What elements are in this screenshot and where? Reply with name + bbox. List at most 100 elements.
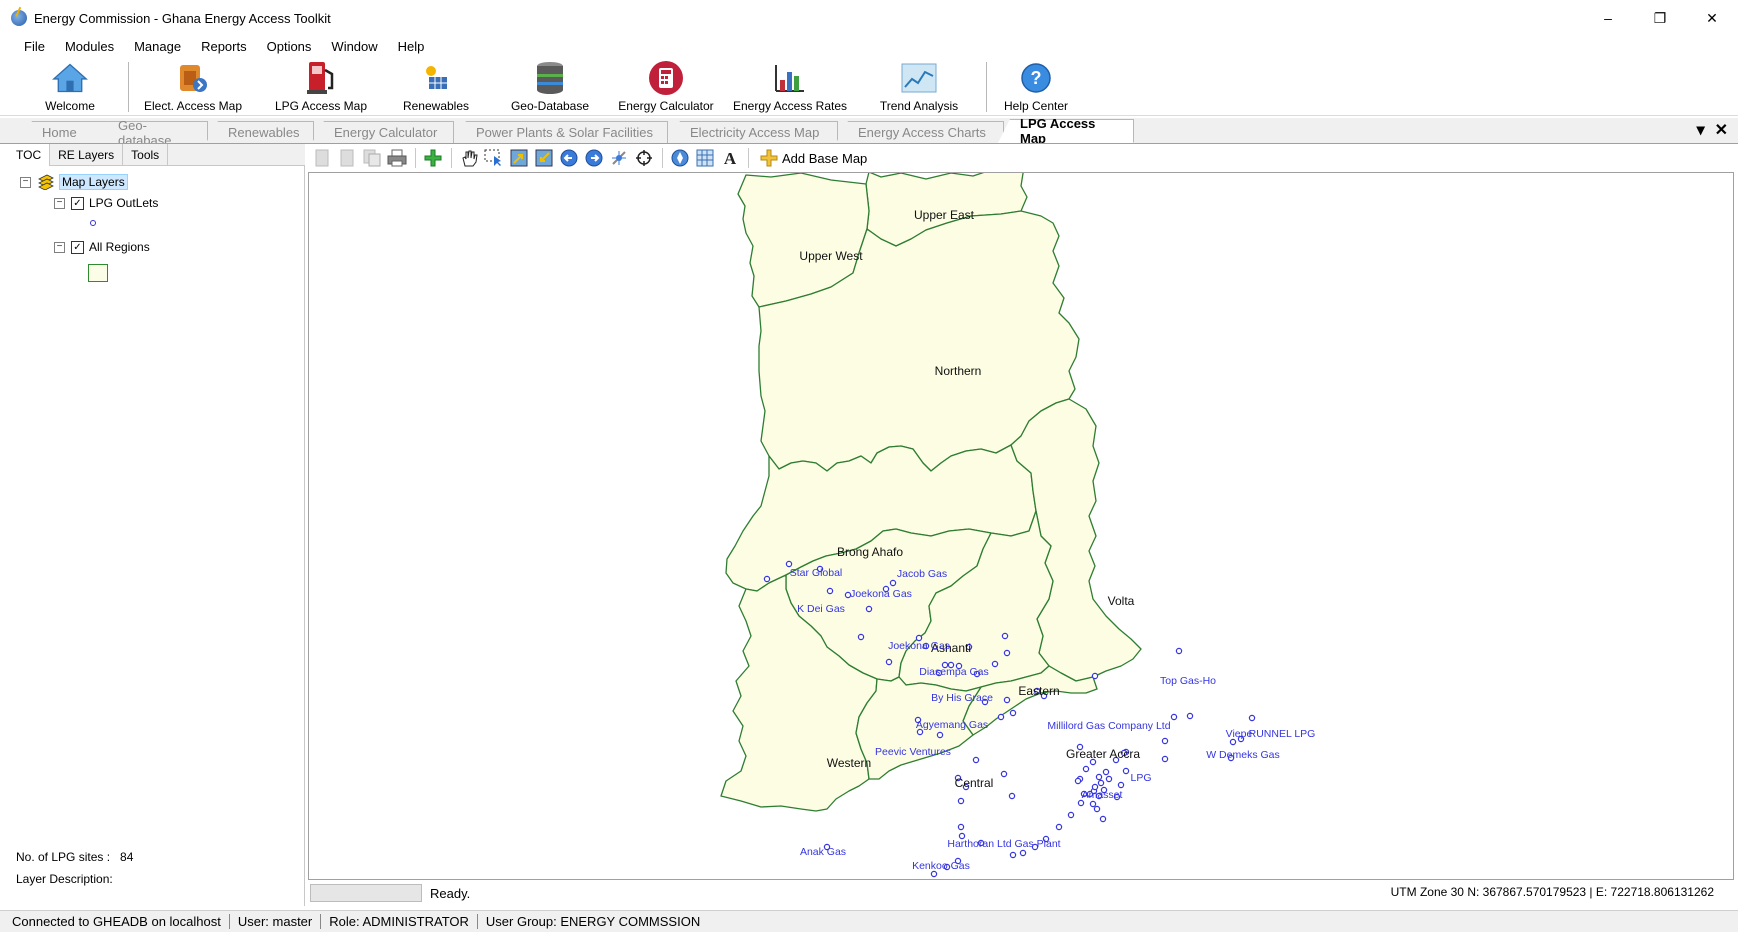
tab-power-plants[interactable]: Power Plants & Solar Facilities (454, 121, 668, 143)
lpg-outlet-marker[interactable] (1161, 737, 1169, 745)
collapse-icon[interactable]: − (54, 197, 65, 209)
ghana-region-map[interactable]: Upper East Upper West Northern Brong Ahafo V… (309, 173, 1733, 879)
lpg-outlet-marker[interactable] (972, 756, 980, 764)
pan-icon[interactable] (457, 147, 480, 169)
energy-access-rates-button[interactable]: Energy Access Rates (730, 58, 850, 116)
new-icon[interactable] (310, 147, 333, 169)
menu-help[interactable]: Help (388, 36, 435, 58)
lpg-outlet-marker[interactable] (957, 823, 965, 831)
copy-icon[interactable] (360, 147, 383, 169)
lpg-outlet-marker[interactable] (1082, 765, 1090, 773)
lpg-outlet-marker[interactable] (991, 660, 999, 668)
lpg-outlet-marker[interactable] (857, 633, 865, 641)
menu-manage[interactable]: Manage (124, 36, 191, 58)
lpg-outlet-marker[interactable] (936, 731, 944, 739)
tab-energy-access-charts[interactable]: Energy Access Charts (836, 121, 1004, 143)
lpg-outlet-marker[interactable] (1248, 714, 1256, 722)
navigate-icon[interactable] (668, 147, 691, 169)
lpg-outlet-marker[interactable] (930, 870, 938, 878)
lpg-outlet-marker[interactable] (1019, 849, 1027, 857)
welcome-button[interactable]: Welcome (38, 58, 102, 116)
lpg-outlet-marker[interactable] (1000, 770, 1008, 778)
lpg-outlet-marker[interactable] (1161, 755, 1169, 763)
add-base-map-button[interactable]: Add Base Map (760, 149, 867, 167)
lpg-outlet-marker[interactable] (1009, 851, 1017, 859)
lpg-outlet-marker[interactable] (1067, 811, 1075, 819)
select-icon[interactable] (482, 147, 505, 169)
lpg-outlet-marker[interactable] (1003, 696, 1011, 704)
geo-database-button[interactable]: Geo-Database (500, 58, 600, 116)
print-icon[interactable] (385, 147, 408, 169)
zoom-out-icon[interactable] (532, 147, 555, 169)
lpg-outlet-marker[interactable] (889, 579, 897, 587)
tab-lpg-access-map[interactable]: LPG Access Map (998, 119, 1134, 143)
energy-calculator-button[interactable]: Energy Calculator (614, 58, 718, 116)
layer-checkbox[interactable]: ✓ (71, 240, 84, 254)
lpg-outlet-marker[interactable] (1095, 773, 1103, 781)
menu-options[interactable]: Options (257, 36, 322, 58)
restore-button[interactable]: ❐ (1634, 0, 1686, 36)
lpg-outlet-marker[interactable] (1091, 672, 1099, 680)
tab-energy-calculator[interactable]: Energy Calculator (312, 121, 454, 143)
menu-modules[interactable]: Modules (55, 36, 124, 58)
lpg-outlet-marker[interactable] (1009, 709, 1017, 717)
layer-lpg-outlets[interactable]: − ✓ LPG OutLets (54, 196, 158, 210)
lpg-outlet-marker[interactable] (826, 587, 834, 595)
renewables-button[interactable]: Renewables (398, 58, 474, 116)
lpg-outlet-marker[interactable] (1122, 767, 1130, 775)
add-layer-icon[interactable] (421, 147, 444, 169)
lpg-outlet-marker[interactable] (1074, 777, 1082, 785)
close-button[interactable]: ✕ (1686, 0, 1738, 36)
lpg-outlet-marker[interactable] (1105, 775, 1113, 783)
lpg-outlet-marker[interactable] (1077, 799, 1085, 807)
lpg-outlet-marker[interactable] (997, 713, 1005, 721)
lpg-outlet-marker[interactable] (957, 797, 965, 805)
lpg-outlet-marker[interactable] (1175, 647, 1183, 655)
table-icon[interactable] (693, 147, 716, 169)
tab-electricity-access-map[interactable]: Electricity Access Map (668, 121, 838, 143)
lpg-outlet-marker[interactable] (1003, 649, 1011, 657)
lpg-outlet-marker[interactable] (1102, 768, 1110, 776)
lpg-outlet-marker[interactable] (1008, 792, 1016, 800)
layer-checkbox[interactable]: ✓ (71, 196, 84, 210)
open-icon[interactable] (335, 147, 358, 169)
collapse-icon[interactable]: − (20, 176, 31, 188)
menu-window[interactable]: Window (321, 36, 387, 58)
lpg-outlet-marker[interactable] (1117, 781, 1125, 789)
lpg-outlet-marker[interactable] (1170, 713, 1178, 721)
lpg-outlet-marker[interactable] (1097, 779, 1105, 787)
lpg-outlet-marker[interactable] (885, 658, 893, 666)
lpg-outlet-marker[interactable] (1001, 632, 1009, 640)
collapse-icon[interactable]: − (54, 241, 65, 253)
lpg-outlet-marker[interactable] (1093, 805, 1101, 813)
trend-analysis-button[interactable]: Trend Analysis (872, 58, 966, 116)
help-center-button[interactable]: ? Help Center (998, 58, 1074, 116)
lpg-outlet-marker[interactable] (1099, 815, 1107, 823)
lpg-outlet-marker[interactable] (865, 605, 873, 613)
zoom-in-icon[interactable] (507, 147, 530, 169)
menu-file[interactable]: File (14, 36, 55, 58)
tab-dropdown-icon[interactable]: ▾ (1697, 120, 1705, 140)
full-extent-icon[interactable] (632, 147, 655, 169)
tab-close-icon[interactable]: ✕ (1715, 120, 1728, 140)
lpg-outlet-marker[interactable] (1055, 823, 1063, 831)
lpg-outlet-marker[interactable] (785, 560, 793, 568)
lpg-outlet-marker[interactable] (1089, 800, 1097, 808)
map-canvas[interactable]: Upper East Upper West Northern Brong Ahafo V… (308, 172, 1734, 880)
identify-icon[interactable] (607, 147, 630, 169)
tab-toc[interactable]: TOC (8, 144, 51, 166)
tab-tools[interactable]: Tools (123, 144, 169, 166)
minimize-button[interactable]: – (1582, 0, 1634, 36)
tab-geo-database[interactable]: Geo-database (96, 121, 208, 143)
layer-all-regions[interactable]: − ✓ All Regions (54, 240, 150, 254)
lpg-outlet-marker[interactable] (1229, 738, 1237, 746)
tab-renewables[interactable]: Renewables (206, 121, 314, 143)
forward-icon[interactable] (582, 147, 605, 169)
back-icon[interactable] (557, 147, 580, 169)
text-icon[interactable]: A (718, 147, 741, 169)
tab-re-layers[interactable]: RE Layers (50, 144, 124, 166)
tree-root-map-layers[interactable]: − Map Layers (20, 174, 128, 190)
menu-reports[interactable]: Reports (191, 36, 257, 58)
lpg-outlet-marker[interactable] (763, 575, 771, 583)
elect-access-map-button[interactable]: Elect. Access Map (140, 58, 246, 116)
